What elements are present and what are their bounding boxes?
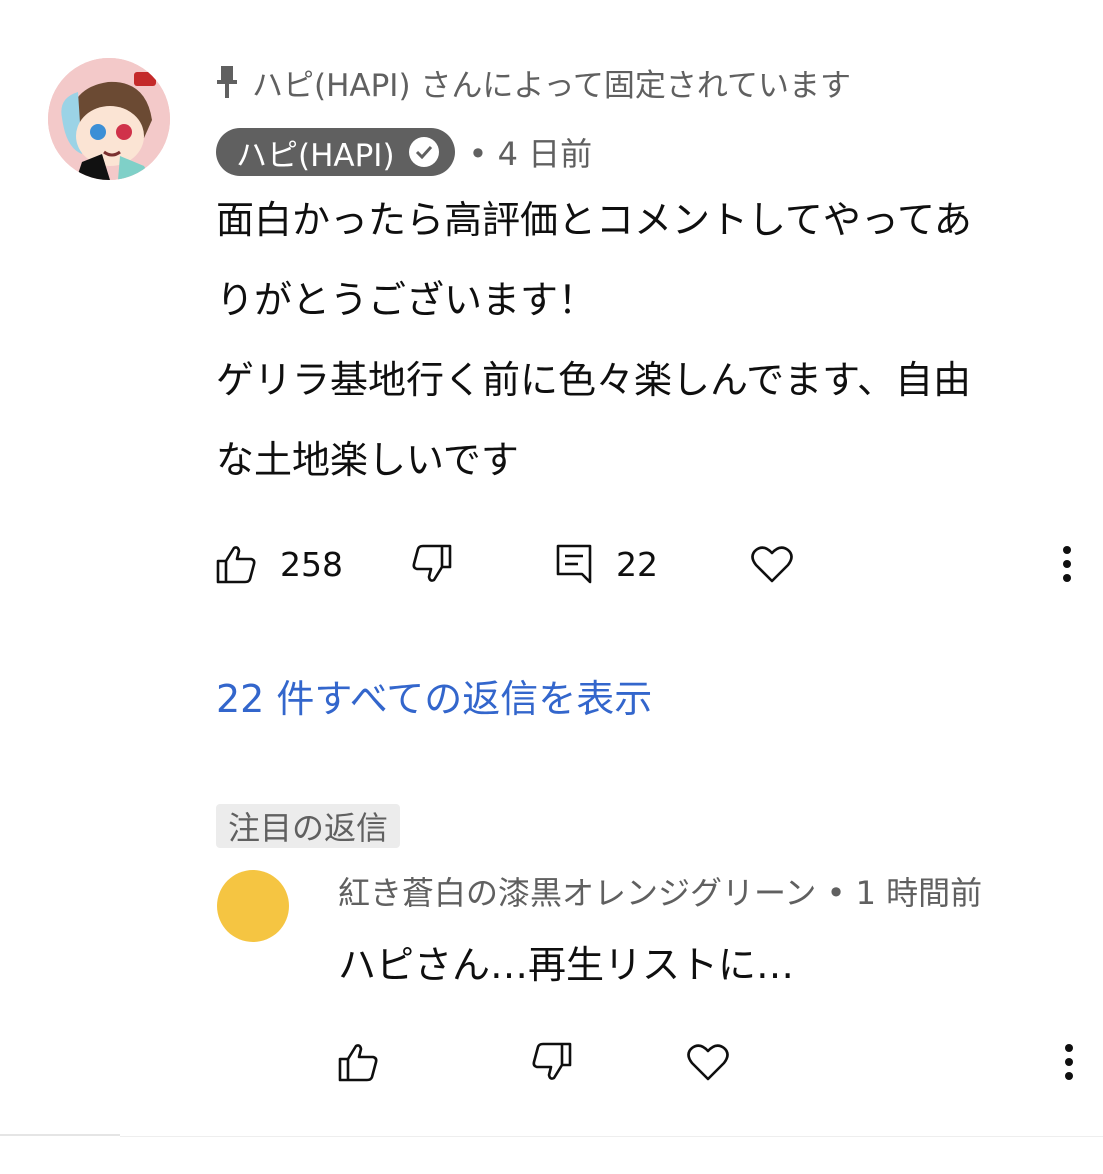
more-vert-icon: [1062, 1040, 1076, 1084]
reply-author-avatar[interactable]: [217, 870, 289, 942]
reply-more-options-button[interactable]: [1062, 1034, 1076, 1090]
reply-time: • 1 時間前: [826, 874, 983, 912]
pin-icon: [216, 66, 238, 98]
creator-heart-button[interactable]: [750, 536, 794, 592]
thumb-up-icon: [336, 1040, 380, 1084]
more-options-button[interactable]: [1060, 536, 1074, 592]
like-button[interactable]: 258: [214, 536, 343, 592]
reply-button[interactable]: 22: [554, 536, 658, 592]
pinned-label-row: ハピ(HAPI) さんによって固定されています: [216, 60, 851, 104]
featured-reply-badge: 注目の返信: [216, 804, 401, 848]
reply-actions: [336, 1034, 1096, 1090]
thumb-down-icon: [530, 1040, 574, 1084]
heart-icon: [686, 1040, 730, 1084]
reply-header: 紅き蒼白の漆黒オレンジグリーン • 1 時間前: [338, 868, 982, 914]
comment-text: 面白かったら高評価とコメントしてやってあ りがとうございます！ ゲリラ基地行く前…: [216, 180, 1066, 500]
reply-author-name[interactable]: 紅き蒼白の漆黒オレンジグリーン: [338, 874, 816, 912]
comment-actions: 258 22: [214, 536, 1094, 592]
author-avatar[interactable]: [48, 58, 170, 180]
comment-line: ゲリラ基地行く前に色々楽しんでます、自由: [216, 358, 972, 402]
thumb-up-icon: [214, 542, 258, 586]
thumb-down-icon: [410, 542, 454, 586]
comment-header: ハピ(HAPI) • 4 日前: [216, 128, 592, 176]
comment-line: りがとうございます！: [216, 278, 597, 322]
comment-time: • 4 日前: [468, 135, 593, 173]
reply-heart-button[interactable]: [686, 1034, 730, 1090]
like-count: 258: [280, 544, 343, 584]
view-all-replies-link[interactable]: 22 件すべての返信を表示: [216, 668, 652, 723]
divider: [120, 1136, 1103, 1137]
reply-like-button[interactable]: [336, 1034, 380, 1090]
pinned-by-text: ハピ(HAPI) さんによって固定されています: [252, 67, 851, 104]
reply-count: 22: [616, 544, 658, 584]
author-name: ハピ(HAPI): [236, 137, 395, 174]
comment-icon: [554, 542, 594, 586]
verified-icon: [408, 137, 439, 167]
comment-line: な土地楽しいです: [216, 438, 519, 482]
heart-icon: [750, 542, 794, 586]
reply-text: ハピさん…再生リストに…: [338, 943, 795, 987]
divider: [0, 1134, 120, 1136]
author-chip[interactable]: ハピ(HAPI): [216, 128, 455, 176]
comment-line: 面白かったら高評価とコメントしてやってあ: [216, 198, 972, 242]
avatar-illustration: [48, 58, 170, 180]
reply-dislike-button[interactable]: [530, 1034, 574, 1090]
dislike-button[interactable]: [410, 536, 454, 592]
more-vert-icon: [1060, 542, 1074, 586]
